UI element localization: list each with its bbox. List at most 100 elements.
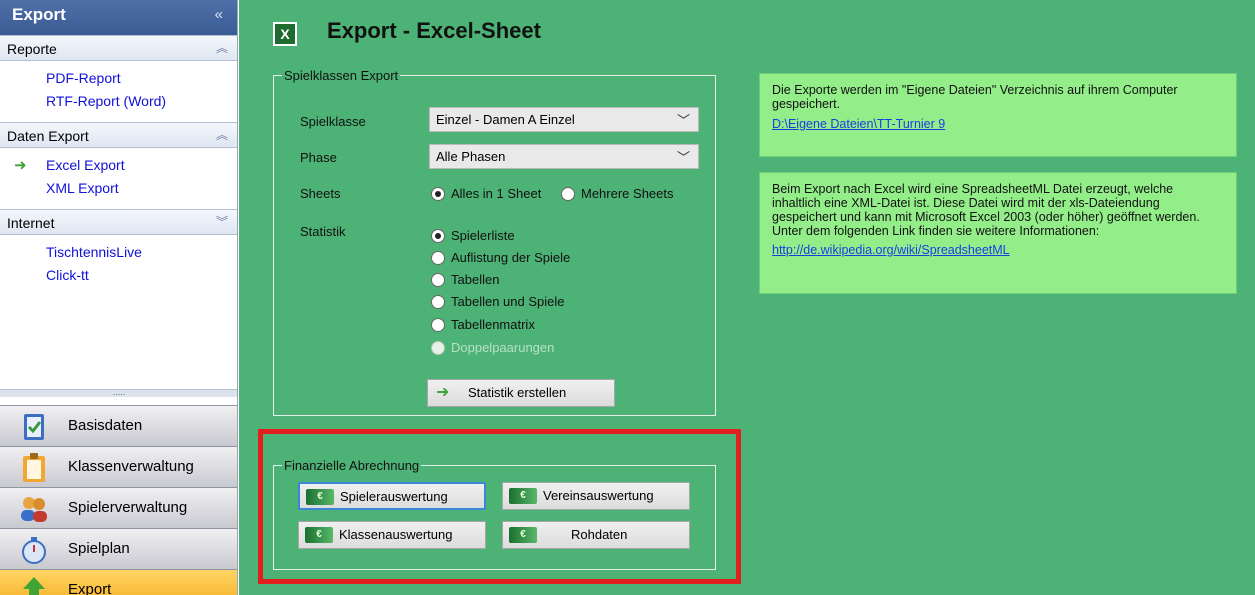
excel-icon: X	[273, 22, 297, 46]
clipboard-check-icon	[24, 414, 44, 440]
nav-label: Klassenverwaltung	[68, 458, 194, 475]
button-label: Vereinsauswertung	[543, 488, 654, 503]
radio-dot	[431, 273, 445, 287]
sidebar-item-tischtennislive[interactable]: TischtennisLive	[0, 241, 237, 264]
radio-label: Alles in 1 Sheet	[451, 186, 542, 201]
phase-select[interactable]: Alle Phasen ﹀	[429, 144, 699, 169]
arrow-right-icon: ➜	[436, 384, 450, 401]
euro-icon: €	[509, 527, 537, 543]
nav-button-export[interactable]: Export	[0, 569, 237, 595]
collapse-sidebar-icon[interactable]: «	[215, 6, 223, 23]
select-value: Einzel - Damen A Einzel	[436, 112, 575, 127]
group-header-daten-export[interactable]: Daten Export ︽	[0, 122, 237, 148]
sidebar-item-excel-export[interactable]: ➜ Excel Export	[0, 154, 237, 177]
vereinsauswertung-button[interactable]: € Vereinsauswertung	[502, 482, 690, 510]
sidebar-item-click-tt[interactable]: Click-tt	[0, 264, 237, 287]
info-box-export-location: Die Exporte werden im "Eigene Dateien" V…	[759, 73, 1237, 157]
chevron-up-icon[interactable]: ︽	[216, 39, 228, 56]
nav-label: Basisdaten	[68, 417, 143, 434]
radio-auflistung-der-spiele[interactable]: Auflistung der Spiele	[431, 249, 570, 267]
nav-label: Export	[68, 581, 112, 595]
group-header-internet[interactable]: Internet ︾	[0, 209, 237, 235]
radio-label: Spielerliste	[451, 228, 515, 243]
statistik-erstellen-button[interactable]: ➜ Statistik erstellen	[427, 379, 615, 407]
radio-label: Tabellen	[451, 272, 500, 287]
main-panel: X Export - Excel-Sheet Spielklassen Expo…	[239, 0, 1255, 595]
group-body-daten-export: ➜ Excel Export XML Export	[0, 148, 237, 209]
export-folder-link[interactable]: D:\Eigene Dateien\TT-Turnier 9	[772, 117, 945, 131]
sidebar-item-pdf-report[interactable]: PDF-Report	[0, 67, 237, 90]
info-text: Die Exporte werden im "Eigene Dateien" V…	[772, 83, 1178, 111]
radio-mehrere-sheets[interactable]: Mehrere Sheets	[561, 185, 674, 203]
button-label: Klassenauswertung	[339, 527, 453, 542]
sidebar-header: Export «	[0, 0, 237, 35]
spielerauswertung-button[interactable]: € Spielerauswertung	[298, 482, 486, 510]
radio-label: Tabellen und Spiele	[451, 294, 565, 309]
nav-button-basisdaten[interactable]: Basisdaten	[0, 405, 237, 446]
info-text: Beim Export nach Excel wird eine Spreads…	[772, 182, 1200, 238]
radio-alles-in-1-sheet[interactable]: Alles in 1 Sheet	[431, 185, 541, 203]
nav-button-spielplan[interactable]: Spielplan	[0, 528, 237, 569]
spielklasse-select[interactable]: Einzel - Damen A Einzel ﹀	[429, 107, 699, 132]
radio-label: Doppelpaarungen	[451, 340, 555, 355]
nav-button-spielerverwaltung[interactable]: Spielerverwaltung	[0, 487, 237, 528]
radio-dot	[561, 187, 575, 201]
nav-label: Spielplan	[68, 540, 130, 557]
group-body-reporte: PDF-Report RTF-Report (Word)	[0, 61, 237, 122]
rohdaten-button[interactable]: € Rohdaten	[502, 521, 690, 549]
spielklasse-label: Spielklasse	[300, 114, 366, 129]
group-title: Daten Export	[7, 128, 89, 144]
radio-tabellen-und-spiele[interactable]: Tabellen und Spiele	[431, 293, 564, 311]
phase-label: Phase	[300, 150, 337, 165]
nav-label: Spielerverwaltung	[68, 499, 188, 516]
statistik-label: Statistik	[300, 224, 346, 239]
euro-icon: €	[305, 527, 333, 543]
radio-doppelpaarungen: Doppelpaarungen	[431, 339, 554, 357]
chevron-up-icon[interactable]: ︽	[216, 126, 228, 143]
clipboard-icon	[23, 453, 45, 482]
radio-label: Mehrere Sheets	[581, 186, 674, 201]
arrow-right-icon: ➜	[14, 157, 27, 174]
radio-dot	[431, 187, 445, 201]
button-label: Statistik erstellen	[468, 385, 567, 400]
radio-dot	[431, 295, 445, 309]
button-label: Spielerauswertung	[340, 489, 448, 504]
group-title: Internet	[7, 215, 55, 231]
klassenauswertung-button[interactable]: € Klassenauswertung	[298, 521, 486, 549]
sidebar-item-xml-export[interactable]: XML Export	[0, 177, 237, 200]
euro-icon: €	[306, 489, 334, 505]
group-legend: Finanzielle Abrechnung	[284, 458, 420, 473]
radio-dot	[431, 251, 445, 265]
chevron-down-icon: ﹀	[676, 150, 690, 165]
radio-tabellen[interactable]: Tabellen	[431, 271, 499, 289]
radio-label: Tabellenmatrix	[451, 317, 535, 332]
radio-dot	[431, 341, 445, 355]
radio-dot	[431, 229, 445, 243]
chevron-down-icon: ﹀	[676, 113, 690, 128]
wikipedia-link[interactable]: http://de.wikipedia.org/wiki/Spreadsheet…	[772, 243, 1010, 257]
radio-spielerliste[interactable]: Spielerliste	[431, 227, 515, 245]
stopwatch-icon	[22, 537, 46, 564]
finanzielle-abrechnung-group: Finanzielle Abrechnung	[273, 458, 716, 570]
radio-tabellenmatrix[interactable]: Tabellenmatrix	[431, 316, 535, 334]
sidebar-item-rtf-report[interactable]: RTF-Report (Word)	[0, 90, 237, 113]
group-body-internet: TischtennisLive Click-tt	[0, 235, 237, 296]
sidebar-item-label: Excel Export	[46, 157, 125, 173]
sidebar: Export « Reporte ︽ PDF-Report RTF-Report…	[0, 0, 238, 595]
euro-icon: €	[509, 488, 537, 504]
sheets-label: Sheets	[300, 186, 341, 201]
export-arrow-icon	[23, 577, 45, 595]
group-title: Reporte	[7, 41, 57, 57]
group-legend: Spielklassen Export	[284, 68, 399, 83]
info-box-spreadsheetml: Beim Export nach Excel wird eine Spreads…	[759, 172, 1237, 294]
group-header-reporte[interactable]: Reporte ︽	[0, 35, 237, 61]
select-value: Alle Phasen	[436, 149, 506, 164]
sidebar-splitter[interactable]: .....	[0, 388, 237, 397]
app-window: Export « Reporte ︽ PDF-Report RTF-Report…	[0, 0, 1255, 595]
sidebar-title: Export	[12, 5, 66, 24]
button-label: Rohdaten	[571, 527, 628, 542]
radio-label: Auflistung der Spiele	[451, 250, 571, 265]
users-icon	[21, 497, 47, 522]
nav-button-klassenverwaltung[interactable]: Klassenverwaltung	[0, 446, 237, 487]
chevron-down-icon[interactable]: ︾	[216, 213, 228, 230]
